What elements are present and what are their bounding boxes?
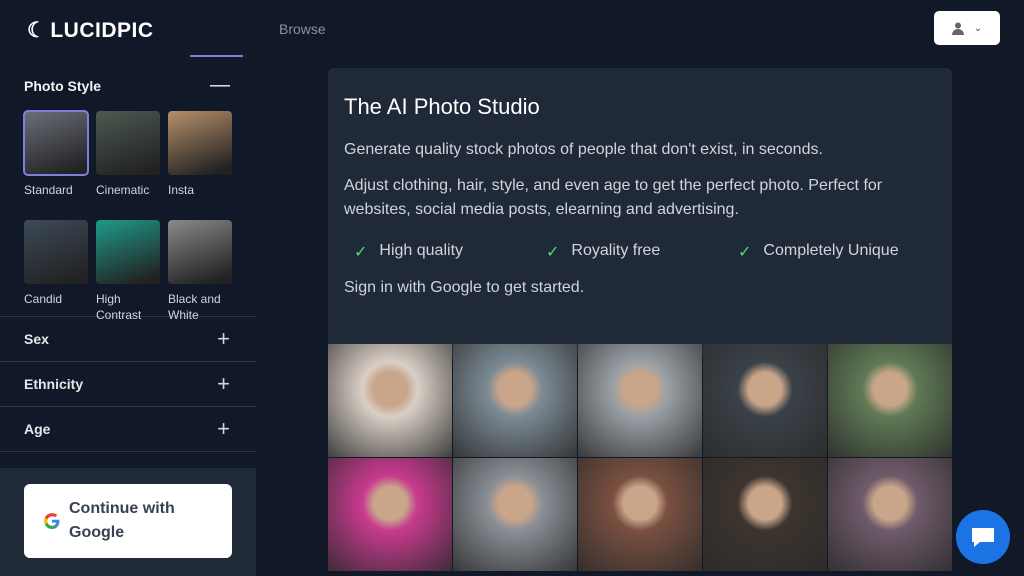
sample-photo: [453, 458, 577, 571]
description-text: Adjust clothing, hair, style, and even a…: [344, 177, 883, 218]
plus-icon[interactable]: +: [217, 371, 230, 397]
style-thumbnail[interactable]: [168, 220, 232, 284]
sample-photo: [328, 458, 452, 571]
style-thumbnail[interactable]: [96, 111, 160, 175]
sample-photo: [578, 344, 702, 457]
intro-card: The AI Photo Studio Generate quality sto…: [328, 68, 952, 358]
chat-icon: [972, 528, 994, 547]
minus-icon[interactable]: —: [210, 74, 230, 97]
style-option[interactable]: High Contrast: [96, 220, 160, 323]
user-icon: [951, 22, 964, 35]
photo-style-header[interactable]: Photo Style —: [0, 66, 256, 97]
section-ethnicity[interactable]: Ethnicity +: [0, 361, 256, 406]
style-thumbnail[interactable]: [23, 110, 89, 176]
style-label: Black and White: [168, 292, 221, 322]
chevron-down-icon: ⌄: [973, 22, 983, 34]
style-option[interactable]: Candid: [24, 220, 88, 323]
user-menu-button[interactable]: ⌄: [934, 11, 1000, 45]
nav-active-indicator: [190, 55, 243, 57]
style-label: Cinematic: [96, 183, 150, 197]
style-grid: Standard Cinematic Insta Candid High Contras…: [0, 97, 256, 323]
plus-icon[interactable]: +: [217, 416, 230, 442]
logo[interactable]: ☾ LUCIDPIC: [27, 18, 154, 43]
style-thumbnail[interactable]: [24, 220, 88, 284]
check-icon: ✓: [546, 244, 560, 261]
style-label: High Contrast: [96, 292, 142, 322]
sample-photo: [578, 458, 702, 571]
cta-text: Sign in with Google to get started.: [344, 279, 585, 296]
chat-button[interactable]: [956, 510, 1010, 564]
style-option[interactable]: Insta: [168, 111, 232, 214]
style-option[interactable]: Black and White: [168, 220, 232, 323]
page-title: The AI Photo Studio: [344, 94, 540, 119]
sample-photo: [828, 458, 952, 571]
sidebar-footer: Continue with Google: [0, 468, 256, 576]
check-icon: ✓: [738, 244, 752, 261]
moon-icon: ☾: [27, 19, 47, 42]
continue-with-google-button[interactable]: Continue with Google: [24, 484, 232, 558]
check-icon: ✓: [354, 244, 368, 261]
sample-photo: [703, 458, 827, 571]
sample-photo: [703, 344, 827, 457]
style-label: Standard: [24, 183, 73, 197]
section-age[interactable]: Age +: [0, 406, 256, 451]
plus-icon[interactable]: +: [217, 326, 230, 352]
sample-photo: [828, 344, 952, 457]
sample-photo: [453, 344, 577, 457]
nav-browse[interactable]: Browse: [279, 21, 326, 37]
feature-list: ✓ High quality ✓ Royality free ✓ Completely U…: [354, 242, 936, 262]
style-thumbnail[interactable]: [168, 111, 232, 175]
style-option[interactable]: Cinematic: [96, 111, 160, 214]
feature-item: ✓ Completely Unique: [738, 242, 899, 261]
sample-photo-grid: [328, 344, 952, 576]
style-label: Insta: [168, 183, 195, 197]
feature-item: ✓ Royality free: [546, 242, 661, 261]
style-thumbnail[interactable]: [96, 220, 160, 284]
intro-text: Generate quality stock photos of people …: [344, 141, 823, 158]
sample-photo: [328, 344, 452, 457]
style-label: Candid: [24, 292, 63, 306]
style-option[interactable]: Standard: [23, 110, 89, 214]
feature-item: ✓ High quality: [354, 242, 464, 261]
google-icon: [44, 513, 60, 529]
